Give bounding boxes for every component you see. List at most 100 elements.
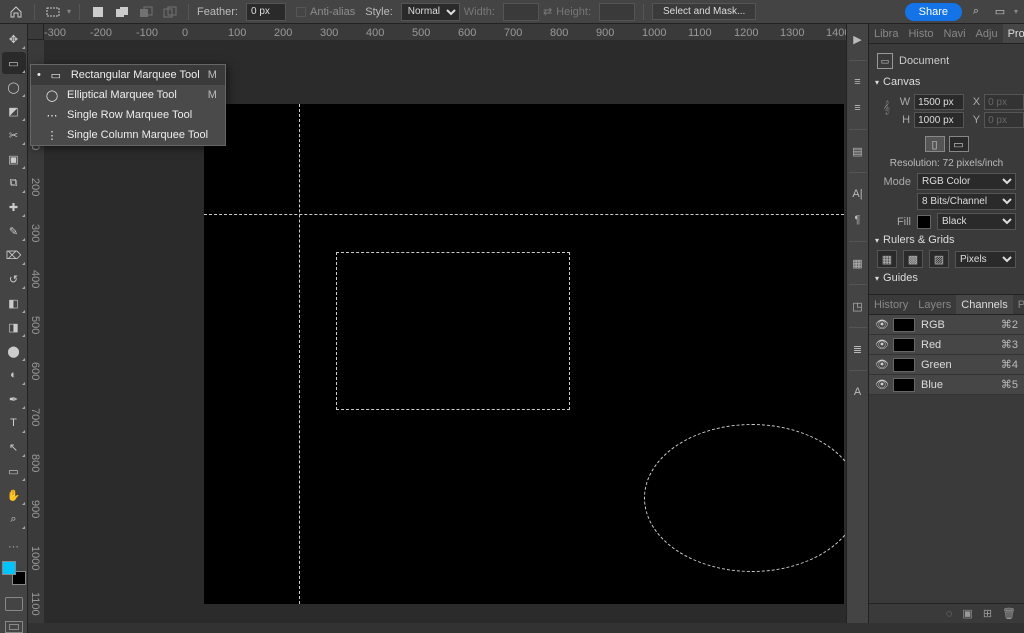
crop-tool[interactable]: ✂ (2, 124, 26, 146)
brush-panel-icon[interactable]: ≡ (849, 73, 867, 91)
orientation-landscape[interactable]: ▭ (949, 136, 969, 152)
healing-tool[interactable]: ✚ (2, 196, 26, 218)
quick-mask-toggle[interactable] (5, 597, 23, 611)
subtract-selection-icon[interactable] (136, 2, 156, 22)
guides-section-toggle[interactable]: ▾Guides (875, 272, 1016, 284)
ruler-tick: 0 (182, 27, 188, 39)
tab-adjustments[interactable]: Adju (971, 24, 1003, 43)
ellip-marquee[interactable]: ◯Elliptical Marquee ToolM (31, 85, 225, 105)
tab-history[interactable]: History (869, 295, 913, 314)
tab-navigator[interactable]: Navi (939, 24, 971, 43)
intersect-selection-icon[interactable] (160, 2, 180, 22)
edit-toolbar-icon[interactable]: ⋯ (8, 540, 19, 553)
tab-histogram[interactable]: Histo (903, 24, 938, 43)
channels-footer: ◌ ▣ ⊞ 🗑 (869, 603, 1024, 623)
ruler-origin[interactable] (28, 24, 44, 40)
para-panel-icon[interactable]: ¶ (849, 211, 867, 229)
feather-input[interactable] (246, 3, 286, 21)
channel-row[interactable]: 👁Green⌘4 (869, 355, 1024, 375)
brush-tool[interactable]: ✎ (2, 220, 26, 242)
ruler-tick: 600 (29, 362, 41, 380)
fill-select[interactable]: Black (937, 213, 1016, 230)
toggle-grid[interactable]: ▩ (903, 250, 923, 268)
channel-row[interactable]: 👁Red⌘3 (869, 335, 1024, 355)
marquee-tool[interactable]: ▭ (2, 52, 26, 74)
eyedropper-tool[interactable]: ⧉ (2, 172, 26, 194)
tab-channels[interactable]: Channels (956, 295, 1012, 314)
object-select-tool[interactable]: ◩ (2, 100, 26, 122)
x-label: X (968, 96, 980, 108)
home-icon[interactable] (6, 2, 26, 22)
move-tool[interactable]: ✥ (2, 28, 26, 50)
3d-icon[interactable]: ◳ (849, 297, 867, 315)
dodge-tool[interactable]: ◐ (2, 364, 26, 386)
tab-properties[interactable]: Properties (1003, 24, 1024, 43)
blur-tool[interactable]: ⬤ (2, 340, 26, 362)
frame-tool[interactable]: ▣ (2, 148, 26, 170)
gradient-tool[interactable]: ◨ (2, 316, 26, 338)
add-selection-icon[interactable] (112, 2, 132, 22)
canvas-section-toggle[interactable]: ▾Canvas (875, 76, 1016, 88)
share-button[interactable]: Share (905, 3, 962, 21)
swatches-panel-icon[interactable]: ≡ (849, 99, 867, 117)
play-icon[interactable]: ▶ (849, 30, 867, 48)
color-mode-select[interactable]: RGB Color (917, 173, 1016, 190)
marquee-preset-icon[interactable] (43, 2, 63, 22)
type-tool[interactable]: T (2, 412, 26, 434)
eraser-tool[interactable]: ◧ (2, 292, 26, 314)
visibility-eye-icon[interactable]: 👁 (875, 318, 887, 331)
properties-doc-label: Document (899, 55, 949, 67)
visibility-eye-icon[interactable]: 👁 (875, 358, 887, 371)
fill-swatch[interactable] (917, 215, 931, 229)
new-channel-icon[interactable]: ⊞ (983, 607, 992, 620)
tab-layers[interactable]: Layers (913, 295, 956, 314)
toggle-rulers[interactable]: ▦ (877, 250, 897, 268)
visibility-eye-icon[interactable]: 👁 (875, 338, 887, 351)
actions-icon[interactable]: ≣ (849, 340, 867, 358)
bit-depth-select[interactable]: 8 Bits/Channel (917, 193, 1016, 210)
glyphs-icon[interactable]: A (849, 383, 867, 401)
ruler-units-select[interactable]: Pixels (955, 251, 1016, 268)
rect-marquee[interactable]: •▭Rectangular Marquee ToolM (31, 65, 225, 85)
visibility-eye-icon[interactable]: 👁 (875, 378, 887, 391)
zoom-tool[interactable]: ⌕ (2, 508, 26, 530)
ruler-horizontal[interactable]: -300-200-1000100200300400500600700800900… (44, 24, 846, 40)
stamp-tool[interactable]: ⌦ (2, 244, 26, 266)
col-marquee[interactable]: ⋮Single Column Marquee Tool (31, 125, 225, 145)
char-panel-icon[interactable]: A| (849, 185, 867, 203)
channel-row[interactable]: 👁RGB⌘2 (869, 315, 1024, 335)
row-marquee[interactable]: ⋯Single Row Marquee Tool (31, 105, 225, 125)
foreground-swatch[interactable] (2, 561, 16, 575)
path-select[interactable]: ↖ (2, 436, 26, 458)
toggle-pixel-grid[interactable]: ▨ (929, 250, 949, 268)
hand-tool[interactable]: ✋ (2, 484, 26, 506)
history-brush[interactable]: ↺ (2, 268, 26, 290)
select-and-mask-button[interactable]: Select and Mask... (652, 3, 756, 20)
separator (849, 370, 867, 371)
rulers-section-toggle[interactable]: ▾Rulers & Grids (875, 234, 1016, 246)
rectangle-tool[interactable]: ▭ (2, 460, 26, 482)
lasso-tool[interactable]: ◯ (2, 76, 26, 98)
load-selection-icon[interactable]: ◌ (946, 608, 953, 620)
tab-libraries[interactable]: Libra (869, 24, 903, 43)
new-selection-icon[interactable] (88, 2, 108, 22)
color-swatches[interactable] (2, 561, 26, 585)
style-select[interactable]: Normal (401, 3, 460, 21)
delete-channel-icon[interactable]: 🗑 (1002, 607, 1016, 620)
document-canvas[interactable] (204, 104, 844, 604)
pen-tool[interactable]: ✒ (2, 388, 26, 410)
styles-icon[interactable]: ▦ (849, 254, 867, 272)
save-selection-icon[interactable]: ▣ (962, 607, 972, 620)
libraries-icon[interactable]: ▤ (849, 142, 867, 160)
canvas-height-input[interactable] (914, 112, 964, 128)
workspace-switcher-icon[interactable]: ▭ (990, 2, 1010, 22)
canvas-width-input[interactable] (914, 94, 964, 110)
col-marquee-label: Single Column Marquee Tool (67, 129, 208, 141)
antialias-label: Anti-alias (310, 6, 355, 18)
tab-paths[interactable]: Paths (1013, 295, 1024, 314)
swap-wh-icon: ⇄ (543, 5, 552, 18)
search-icon[interactable]: ⌕ (966, 2, 986, 22)
channel-row[interactable]: 👁Blue⌘5 (869, 375, 1024, 395)
orientation-portrait[interactable]: ▯ (925, 136, 945, 152)
zoom-tool-glyph: ⌕ (10, 513, 16, 526)
